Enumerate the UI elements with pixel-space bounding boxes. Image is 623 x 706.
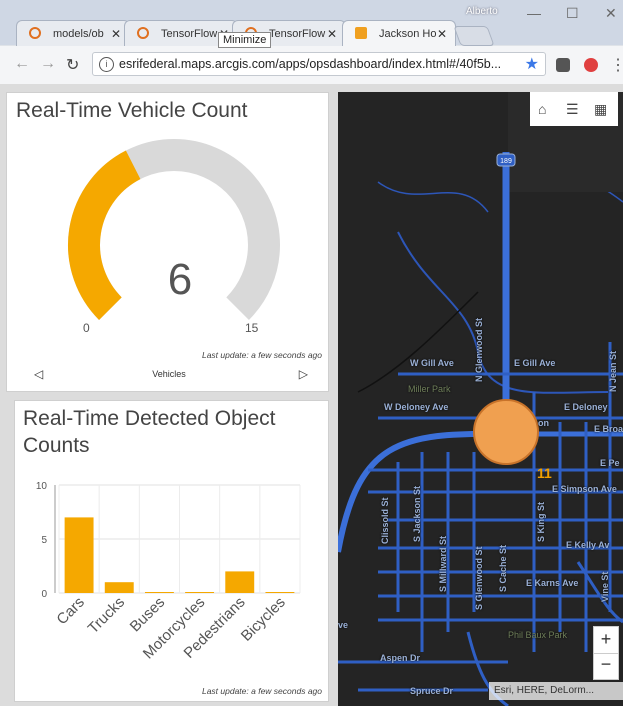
x-tick-label: Bicycles: [238, 594, 289, 645]
profile-user-label[interactable]: Alberto: [466, 6, 498, 17]
street-label: ve: [338, 620, 349, 630]
street-label: N Jean St: [608, 350, 618, 392]
extension-red-icon[interactable]: [584, 58, 598, 72]
street-label: E Pe: [600, 458, 620, 468]
tab-label: Jackson Ho: [379, 28, 437, 40]
zoom-out-button[interactable]: −: [594, 653, 618, 675]
bar-bicycles[interactable]: [265, 592, 295, 593]
vehicle-count-panel: Real-Time Vehicle Count 6 0 15 Last upda…: [6, 92, 329, 392]
street-label: Clissold St: [380, 497, 390, 544]
last-update-text: Last update: a few seconds ago: [201, 350, 322, 360]
trail-line: [357, 291, 479, 393]
legend-list-icon[interactable]: ☰: [566, 101, 579, 118]
gauge-fill: [68, 150, 141, 320]
tab-favicon-icon: [137, 27, 149, 39]
last-update-text: Last update: a few seconds ago: [201, 686, 322, 696]
street-label: S Cache St: [498, 544, 508, 592]
zoom-in-button[interactable]: +: [594, 629, 618, 650]
new-tab-button[interactable]: [453, 26, 495, 46]
tab-jackson[interactable]: Jackson Ho ✕: [342, 20, 456, 46]
street-label: E Deloney: [564, 402, 608, 412]
reload-icon[interactable]: ↻: [66, 55, 79, 75]
info-icon[interactable]: i: [99, 57, 114, 72]
x-tick-label: Trucks: [85, 594, 128, 637]
tab-label: TensorFlow: [161, 28, 218, 40]
home-icon[interactable]: ⌂: [538, 101, 546, 117]
dashboard: Real-Time Vehicle Count 6 0 15 Last upda…: [0, 84, 623, 706]
bar-buses[interactable]: [144, 592, 174, 593]
browser-chrome: models/ob ✕ TensorFlow ✕ TensorFlow ✕ Ja…: [0, 0, 623, 85]
gauge-max-label: 15: [245, 321, 259, 335]
gauge-min-label: 0: [83, 321, 90, 335]
cluster-count-label[interactable]: 11: [537, 465, 552, 481]
tab-favicon-icon: [29, 27, 41, 39]
street-label: W Deloney Ave: [384, 402, 449, 412]
map-attribution: Esri, HERE, DeLorm...: [489, 682, 623, 700]
tab-strip: models/ob ✕ TensorFlow ✕ TensorFlow ✕ Ja…: [0, 0, 623, 46]
bar-trucks[interactable]: [104, 582, 134, 593]
panel-title: Real-Time Detected Object Counts: [23, 407, 276, 457]
gauge-selector-label: Vehicles: [152, 369, 186, 379]
tab-close-icon[interactable]: ✕: [111, 21, 121, 46]
vehicle-cluster-marker: [473, 399, 539, 465]
tab-close-icon[interactable]: ✕: [437, 21, 447, 46]
tab-models[interactable]: models/ob ✕: [16, 20, 130, 46]
y-tick-label: 10: [36, 481, 48, 492]
close-window-icon[interactable]: ✕: [605, 5, 617, 22]
street-label: Vine St: [600, 571, 610, 602]
street-label: E Simpson Ave: [552, 484, 617, 494]
gauge-selector: ◁ Vehicles ▷: [20, 364, 318, 386]
street-label: W Gill Ave: [410, 358, 454, 368]
basemap-grid-icon[interactable]: ▦: [594, 101, 607, 118]
street-label: on: [538, 418, 549, 428]
browser-toolbar: ← → ↻ i esrifederal.maps.arcgis.com/apps…: [0, 46, 623, 85]
street-label: Spruce Dr: [410, 686, 454, 696]
street-label: S Millward St: [438, 535, 448, 592]
y-tick-label: 5: [41, 535, 47, 546]
maximize-icon[interactable]: ☐: [566, 5, 579, 22]
street-label: S King St: [536, 502, 546, 542]
object-counts-panel: Real-Time Detected Object Counts 0 5 10 Car…: [14, 400, 329, 702]
x-tick-label: Cars: [53, 594, 87, 628]
minimize-tooltip: Minimize: [218, 32, 272, 48]
next-arrow-icon[interactable]: ▷: [299, 367, 308, 381]
street-label: E Broa: [594, 424, 623, 434]
gauge: [68, 139, 280, 320]
street-label: Aspen Dr: [380, 653, 421, 663]
tab-label: models/ob: [53, 28, 104, 40]
street-label: E Gill Ave: [514, 358, 556, 368]
street-label: S Glenwood St: [474, 546, 484, 610]
forward-icon[interactable]: →: [40, 55, 56, 73]
map-canvas: 189: [338, 92, 623, 706]
river-line: [377, 181, 489, 213]
tab-favicon-icon: [355, 27, 367, 39]
bar-pedestrians[interactable]: [225, 571, 255, 593]
tab-close-icon[interactable]: ✕: [327, 21, 337, 46]
street-label: S Jackson St: [412, 485, 422, 542]
route-label: 189: [500, 158, 512, 165]
back-icon[interactable]: ←: [14, 55, 30, 73]
map-toolbar: ⌂ ☰ ▦: [530, 92, 618, 126]
park-label: Miller Park: [408, 384, 451, 394]
menu-icon[interactable]: ⋮: [610, 55, 623, 75]
url-text[interactable]: esrifederal.maps.arcgis.com/apps/opsdash…: [119, 57, 501, 71]
minimize-icon[interactable]: —: [527, 5, 541, 21]
gauge-value: 6: [167, 255, 193, 304]
bar-chart: 0510CarsTrucksBusesMotorcyclesPedestrian…: [36, 481, 301, 662]
street-label: E Karns Ave: [526, 578, 579, 588]
street-label: E Kelly Av: [566, 540, 610, 550]
bar-motorcycles[interactable]: [185, 592, 215, 593]
bar-cars[interactable]: [64, 517, 94, 593]
park-label: Phil Baux Park: [508, 630, 568, 640]
street-label: N Glenwood St: [474, 318, 484, 382]
tab-label: TensorFlow: [269, 28, 326, 40]
star-icon[interactable]: ★: [525, 54, 539, 74]
map[interactable]: 189 W Gill Ave E Gill Ave W Deloney Ave …: [338, 92, 623, 706]
extension-icon[interactable]: [556, 58, 570, 72]
address-bar[interactable]: i esrifederal.maps.arcgis.com/apps/opsda…: [92, 52, 546, 76]
y-tick-label: 0: [41, 589, 47, 600]
zoom-control: + −: [593, 626, 619, 680]
